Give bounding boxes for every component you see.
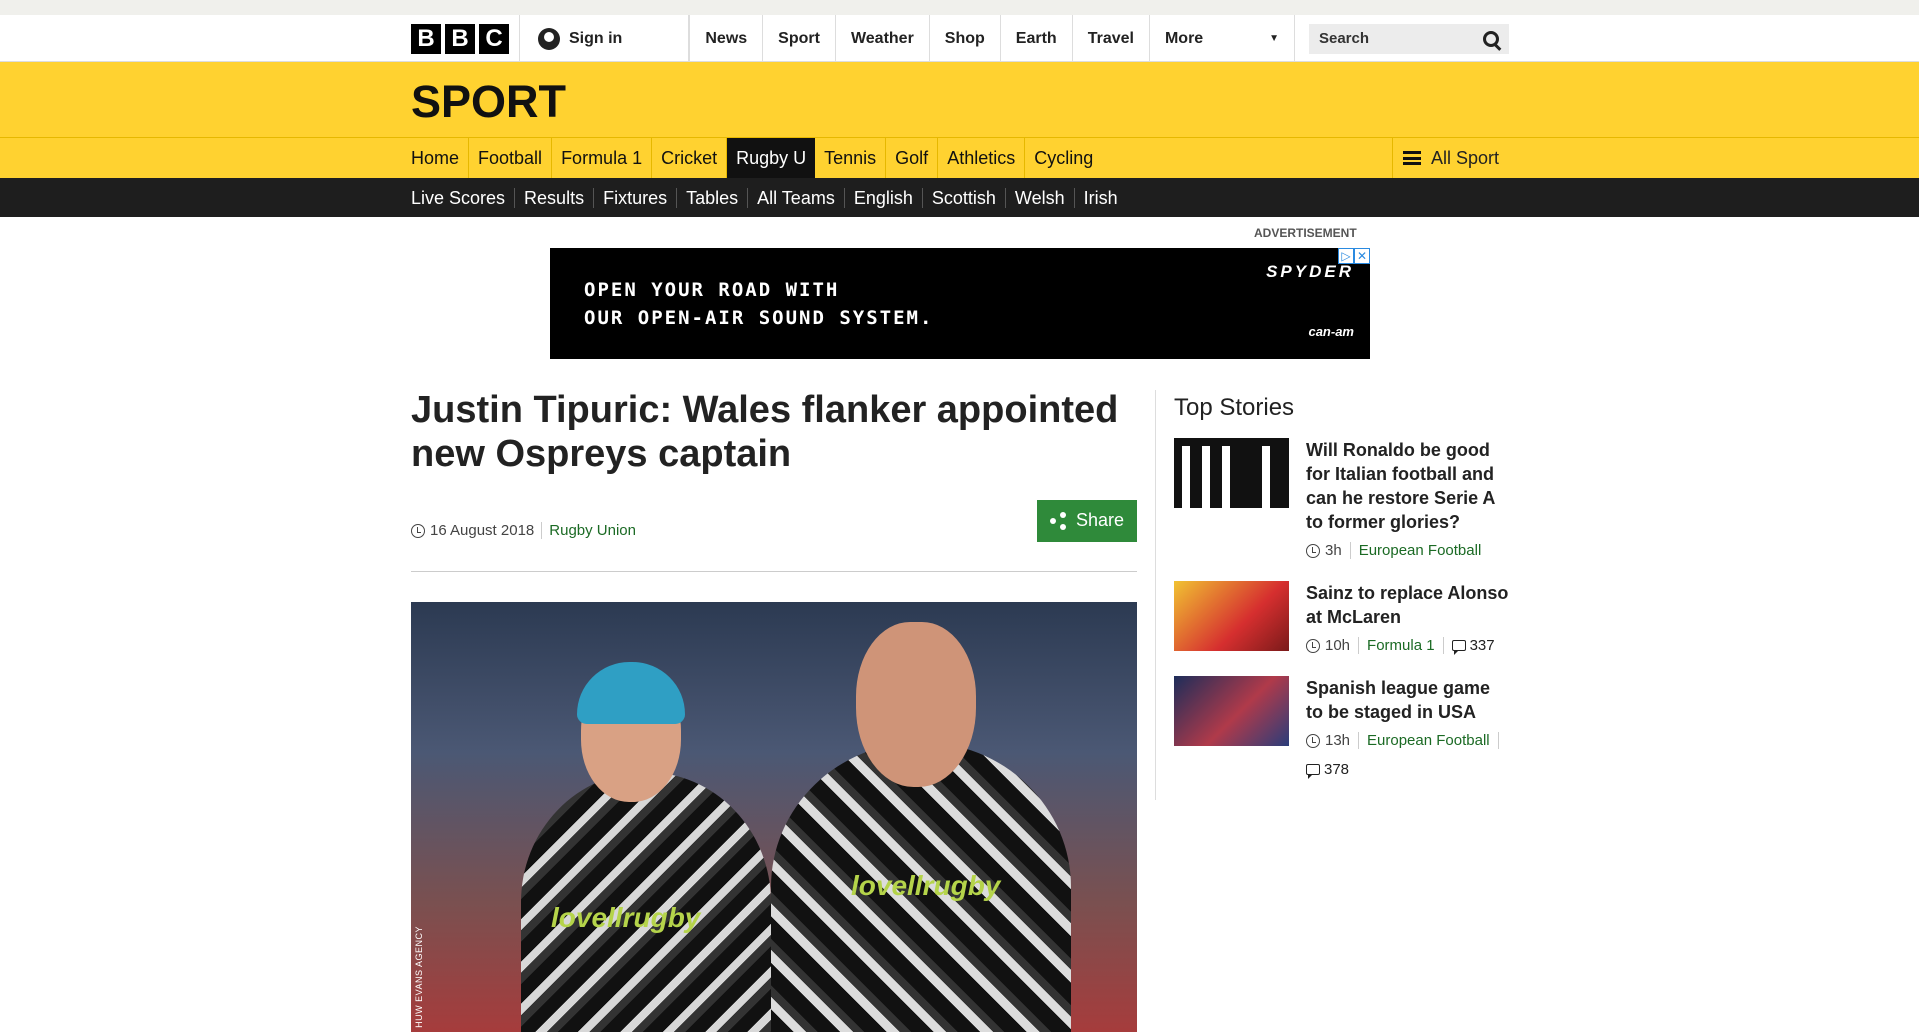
- sport-nav-rugby-union[interactable]: Rugby U: [727, 138, 816, 178]
- subnav-live-scores[interactable]: Live Scores: [411, 187, 516, 208]
- sport-nav: Home Football Formula 1 Cricket Rugby U …: [0, 138, 1919, 178]
- top-stories-title: Top Stories: [1174, 394, 1295, 421]
- top-nav-travel[interactable]: Travel: [1073, 15, 1150, 62]
- story-headline[interactable]: Will Ronaldo be good for Italian footbal…: [1306, 438, 1509, 534]
- comment-icon: [1306, 764, 1320, 779]
- article-meta: 16 August 2018 Rugby Union Share: [411, 499, 1137, 572]
- comment-icon: [1451, 640, 1466, 655]
- story-category-link[interactable]: European Football: [1359, 732, 1499, 749]
- logo-letter: C: [479, 23, 509, 54]
- top-nav-weather[interactable]: Weather: [836, 15, 930, 62]
- article-category-link[interactable]: Rugby Union: [549, 522, 636, 539]
- story-time: 10h: [1325, 637, 1360, 654]
- ad-choices: ▷ ✕: [1338, 248, 1370, 264]
- share-label: Share: [1075, 510, 1125, 530]
- subnav-results[interactable]: Results: [515, 187, 595, 208]
- ad-info-icon[interactable]: ▷: [1338, 248, 1354, 264]
- advertisement-label: ADVERTISEMENT: [1254, 226, 1357, 240]
- top-nav-earth[interactable]: Earth: [1001, 15, 1073, 62]
- top-nav-news[interactable]: News: [689, 15, 764, 62]
- search-placeholder: Search: [1318, 30, 1370, 47]
- story-time: 13h: [1325, 732, 1360, 749]
- subnav-irish[interactable]: Irish: [1075, 188, 1127, 208]
- article-hero-image: lovellrugby lovellrugby HUW EVANS AGENCY: [411, 602, 1137, 1032]
- sport-nav-athletics[interactable]: Athletics: [938, 138, 1026, 178]
- sport-banner: SPORT: [0, 62, 1919, 138]
- subnav-english[interactable]: English: [845, 187, 923, 208]
- story-thumbnail[interactable]: [1174, 438, 1289, 508]
- player-left-headgear: [577, 662, 685, 724]
- jersey-sponsor-right: lovellrugby: [851, 870, 1001, 901]
- advertisement-banner[interactable]: OPEN YOUR ROAD WITH OUR OPEN-AIR SOUND S…: [550, 248, 1370, 359]
- caret-down-icon: ▼: [1269, 33, 1279, 44]
- sport-nav-home[interactable]: Home: [411, 138, 470, 178]
- all-sport-label: All Sport: [1430, 147, 1499, 168]
- player-right-head: [856, 622, 976, 787]
- logo-letter: B: [411, 23, 441, 54]
- ad-line-2: OUR OPEN-AIR SOUND SYSTEM.: [584, 307, 934, 329]
- browser-top-strip: [0, 0, 1919, 15]
- story-meta: 10h Formula 1 337: [1306, 637, 1509, 655]
- share-icon: [1049, 511, 1068, 530]
- story-category-link[interactable]: European Football: [1351, 542, 1490, 559]
- article: Justin Tipuric: Wales flanker appointed …: [411, 388, 1137, 1032]
- sport-nav-cycling[interactable]: Cycling: [1025, 138, 1102, 178]
- story-item[interactable]: Spanish league game to be staged in USA …: [1174, 676, 1509, 779]
- ad-line-1: OPEN YOUR ROAD WITH: [584, 279, 840, 301]
- subnav-fixtures[interactable]: Fixtures: [594, 187, 678, 208]
- sport-nav-cricket[interactable]: Cricket: [652, 138, 728, 178]
- more-label: More: [1164, 29, 1204, 47]
- sign-in-label: Sign in: [569, 29, 623, 47]
- bbc-masthead: B B C Sign in News Sport Weather Shop Ea…: [0, 15, 1919, 62]
- search-icon[interactable]: [1483, 30, 1499, 47]
- ad-close-icon[interactable]: ✕: [1354, 248, 1370, 264]
- story-time: 3h: [1325, 542, 1351, 559]
- clock-icon: [1306, 733, 1320, 748]
- sport-nav-football[interactable]: Football: [469, 138, 553, 178]
- comment-count[interactable]: 378: [1324, 761, 1349, 778]
- story-meta: 13h European Football 378: [1306, 732, 1509, 779]
- sign-in-link[interactable]: Sign in: [519, 15, 690, 62]
- ad-copy: OPEN YOUR ROAD WITH OUR OPEN-AIR SOUND S…: [584, 276, 933, 332]
- rugby-sub-nav: Live Scores Results Fixtures Tables All …: [0, 178, 1919, 217]
- logo-letter: B: [445, 23, 475, 54]
- story-thumbnail[interactable]: [1174, 676, 1289, 746]
- sport-nav-formula-1[interactable]: Formula 1: [552, 138, 653, 178]
- article-date: 16 August 2018: [430, 522, 543, 539]
- user-icon: [538, 27, 560, 50]
- story-item[interactable]: Will Ronaldo be good for Italian footbal…: [1174, 438, 1509, 559]
- story-item[interactable]: Sainz to replace Alonso at McLaren 10h F…: [1174, 581, 1509, 655]
- share-button[interactable]: Share: [1037, 499, 1137, 542]
- story-category-link[interactable]: Formula 1: [1359, 637, 1444, 654]
- sport-nav-tennis[interactable]: Tennis: [815, 138, 887, 178]
- top-nav-more[interactable]: More ▼: [1150, 15, 1295, 62]
- subnav-scottish[interactable]: Scottish: [923, 187, 1006, 208]
- story-meta: 3h European Football: [1306, 542, 1509, 559]
- story-thumbnail[interactable]: [1174, 581, 1289, 651]
- sport-nav-golf[interactable]: Golf: [886, 138, 939, 178]
- clock-icon: [411, 523, 425, 538]
- article-headline: Justin Tipuric: Wales flanker appointed …: [411, 389, 1119, 475]
- top-stories-sidebar: Top Stories Will Ronaldo be good for Ita…: [1155, 390, 1509, 800]
- bbc-logo[interactable]: B B C: [411, 23, 509, 54]
- subnav-tables[interactable]: Tables: [677, 187, 749, 208]
- subnav-all-teams[interactable]: All Teams: [748, 187, 845, 208]
- clock-icon: [1306, 543, 1320, 558]
- all-sport-button[interactable]: All Sport: [1391, 138, 1509, 178]
- menu-icon: [1402, 151, 1421, 165]
- ad-brand-logo: SPYDER: [1266, 262, 1354, 281]
- top-nav: News Sport Weather Shop Earth Travel Mor…: [689, 15, 1295, 62]
- sport-title[interactable]: SPORT: [411, 76, 566, 128]
- search-box[interactable]: Search: [1308, 23, 1509, 54]
- ad-maker-logo: can-am: [1308, 324, 1354, 339]
- jersey-sponsor-left: lovellrugby: [551, 902, 701, 933]
- story-headline[interactable]: Sainz to replace Alonso at McLaren: [1306, 581, 1509, 629]
- comment-count[interactable]: 337: [1470, 637, 1495, 654]
- clock-icon: [1306, 638, 1320, 653]
- top-nav-sport[interactable]: Sport: [763, 15, 836, 62]
- top-nav-shop[interactable]: Shop: [930, 15, 1001, 62]
- subnav-welsh[interactable]: Welsh: [1006, 187, 1075, 208]
- story-headline[interactable]: Spanish league game to be staged in USA: [1306, 676, 1509, 724]
